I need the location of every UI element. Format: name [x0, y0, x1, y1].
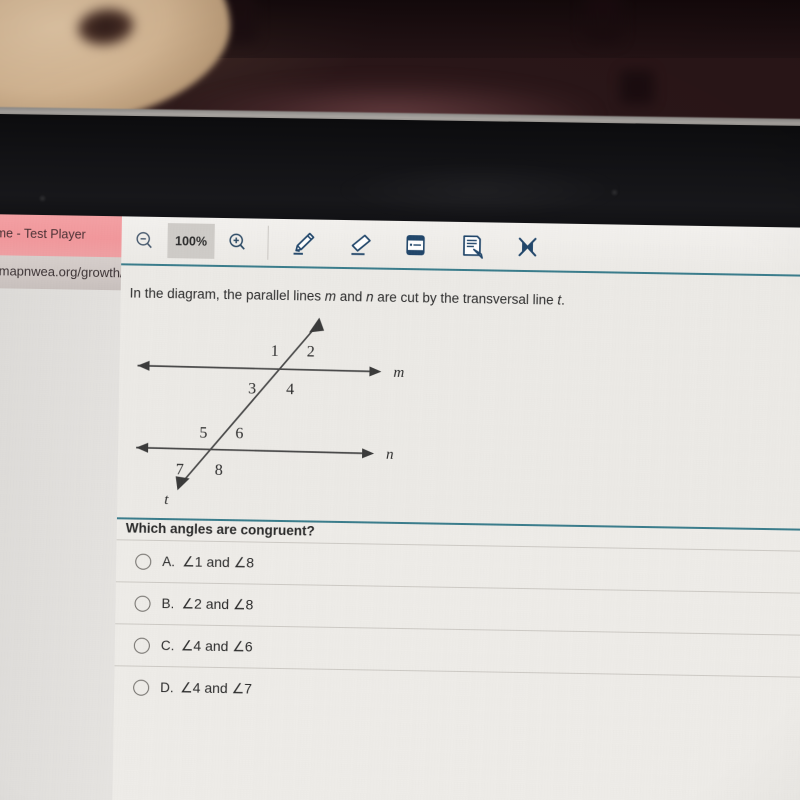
angle-label-3: 3	[248, 380, 256, 397]
angle-label-7: 7	[176, 461, 184, 478]
notepad-tool-button[interactable]	[443, 222, 500, 270]
bezel-reflection	[330, 160, 630, 220]
question-stem-block: In the diagram, the parallel lines m and…	[116, 265, 800, 529]
left-margin-area	[0, 287, 121, 800]
highlighter-tool-button[interactable]	[275, 219, 332, 267]
angle-label-4: 4	[286, 381, 294, 398]
radio-button-a[interactable]	[135, 553, 152, 570]
radio-button-b[interactable]	[134, 595, 151, 612]
calculator-tool-button[interactable]	[387, 221, 444, 269]
photo-of-laptop-screen: me - Test Player .mapnwea.org/growth/#/t…	[0, 0, 800, 800]
answer-letter-c: C.	[160, 638, 175, 654]
angle-label-8: 8	[215, 462, 223, 479]
eraser-tool-button[interactable]	[331, 220, 388, 268]
cross-out-icon	[518, 237, 537, 256]
stem-mid: and	[335, 288, 367, 305]
stem-line-m: m	[324, 288, 337, 304]
background-object-b	[585, 0, 621, 42]
angle-label-5: 5	[199, 425, 207, 442]
zoom-in-button[interactable]	[214, 218, 261, 266]
question-prompt: Which angles are congruent?	[125, 520, 315, 539]
browser-tab-title[interactable]: me - Test Player	[0, 226, 86, 241]
cross-out-tool-button[interactable]	[499, 223, 556, 271]
notepad-icon	[463, 234, 483, 259]
bezel-speck-1	[40, 196, 45, 201]
zoom-level-display[interactable]: 100%	[167, 223, 215, 259]
answer-letter-d: D.	[160, 680, 174, 696]
line-n-label: n	[386, 447, 394, 463]
toolbar-separator	[267, 225, 269, 260]
angle-label-2: 2	[307, 343, 315, 360]
question-stem-text: In the diagram, the parallel lines m and…	[130, 285, 565, 307]
parallel-lines-diagram: m n t 1 2 3 4 5 6 7 8	[136, 317, 405, 508]
answer-choices-list: A. ∠1 and ∠8 B. ∠2 and ∠8 C. ∠4 and ∠6 D…	[113, 539, 800, 719]
stem-end: .	[561, 292, 566, 308]
calculator-icon	[406, 234, 425, 255]
zoom-in-icon	[229, 233, 245, 250]
transversal-t-group: t	[164, 317, 325, 508]
line-t-label: t	[164, 492, 169, 508]
zoom-out-button[interactable]	[121, 216, 168, 264]
background-object-c	[620, 70, 654, 104]
answer-letter-b: B.	[161, 596, 175, 612]
answer-letter-a: A.	[162, 554, 176, 570]
angle-label-6: 6	[235, 425, 243, 442]
angle-label-1: 1	[271, 343, 279, 360]
radio-button-c[interactable]	[133, 637, 151, 654]
answer-text-a: ∠1 and ∠8	[182, 553, 255, 571]
bezel-speck-2	[612, 190, 617, 195]
zoom-out-icon	[136, 231, 152, 248]
answer-text-d: ∠4 and ∠7	[180, 679, 253, 697]
line-n-group: n	[136, 442, 394, 463]
laptop-screen: me - Test Player .mapnwea.org/growth/#/t…	[0, 214, 800, 800]
eraser-icon	[351, 234, 371, 255]
plush-toy-nose	[75, 5, 136, 49]
answer-text-b: ∠2 and ∠8	[181, 595, 254, 613]
answer-text-c: ∠4 and ∠6	[180, 637, 253, 655]
highlighter-icon	[293, 232, 315, 255]
radio-button-d[interactable]	[133, 679, 150, 696]
stem-prefix: In the diagram, the parallel lines	[129, 285, 325, 304]
stem-suffix: are cut by the transversal line	[373, 289, 558, 308]
line-m-label: m	[393, 365, 404, 381]
